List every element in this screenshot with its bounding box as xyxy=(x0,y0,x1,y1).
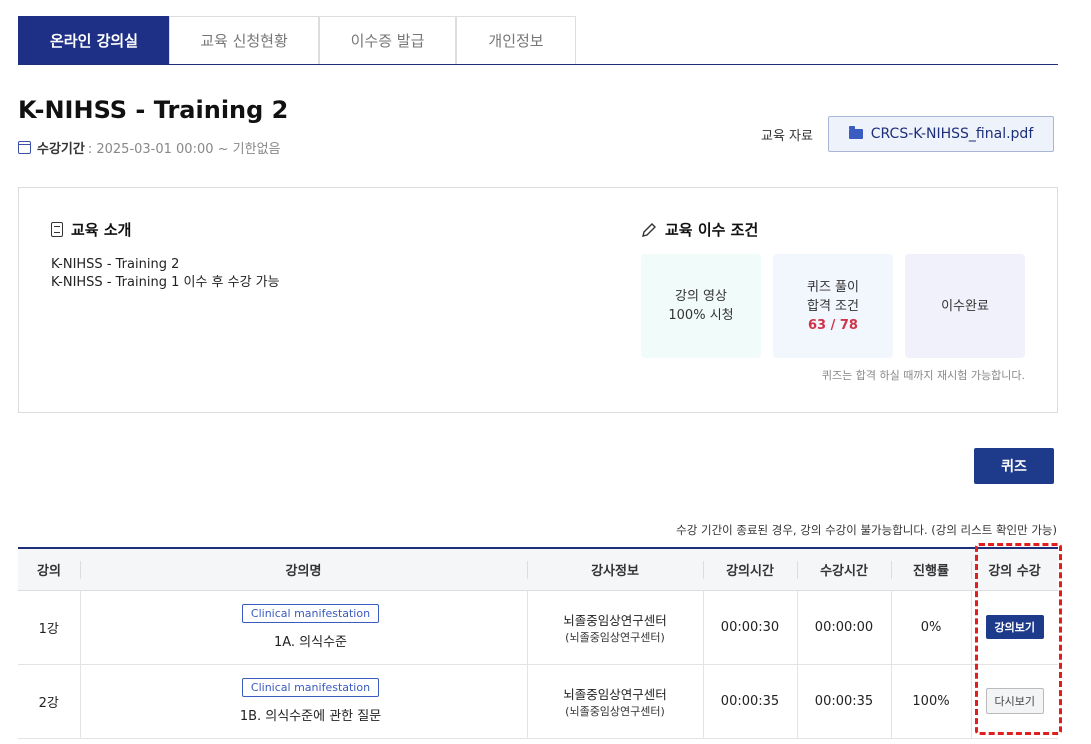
quiz-score: 63 / 78 xyxy=(808,317,858,333)
intro-line: K-NIHSS - Training 2 xyxy=(51,257,180,272)
col-header-instructor: 강사정보 xyxy=(527,548,703,591)
condition-quiz-line2: 합격 조건 xyxy=(807,298,859,314)
col-header-duration: 강의시간 xyxy=(703,548,797,591)
watch-lecture-button[interactable]: 강의보기 xyxy=(985,615,1044,639)
intro-line: K-NIHSS - Training 1 이수 후 수강 가능 xyxy=(51,275,280,290)
materials-download-button[interactable]: CRCS-K-NIHSS_final.pdf xyxy=(828,116,1054,152)
action-cell: 다시보기 xyxy=(970,664,1058,739)
conditions-title-text: 교육 이수 조건 xyxy=(665,221,759,239)
condition-quiz: 퀴즈 풀이 합격 조건 63 / 78 xyxy=(773,254,893,358)
lecture-no: 1강 xyxy=(18,590,80,665)
tab-certificate[interactable]: 이수증 발급 xyxy=(319,16,456,64)
period-label: 수강기간 xyxy=(37,142,85,157)
conditions-note: 퀴즈는 합격 하실 때까지 재시험 가능합니다. xyxy=(821,369,1025,382)
tab-online-classroom[interactable]: 온라인 강의실 xyxy=(18,16,170,64)
lecture-title: 1B. 의식수준에 관한 질문 xyxy=(239,709,382,724)
course-info-box: 교육 소개 K-NIHSS - Training 2 K-NIHSS - Tra… xyxy=(18,187,1058,413)
table-header-row: 강의 강의명 강사정보 강의시간 수강시간 진행률 강의 수강 xyxy=(18,548,1058,591)
instructor-cell: 뇌졸중임상연구센터 (뇌졸중임상연구센터) xyxy=(526,664,703,739)
period-value: : 2025-03-01 00:00 ~ 기한없음 xyxy=(87,142,281,157)
instructor-org: (뇌졸중임상연구센터) xyxy=(565,630,665,644)
document-icon xyxy=(51,222,63,237)
course-period: 수강기간 : 2025-03-01 00:00 ~ 기한없음 xyxy=(18,138,281,157)
condition-quiz-line1: 퀴즈 풀이 xyxy=(807,279,859,295)
col-header-watched: 수강시간 xyxy=(797,548,891,591)
course-title: K-NIHSS - Training 2 xyxy=(18,96,289,124)
intro-title: 교육 소개 xyxy=(51,219,131,240)
instructor-name: 뇌졸중임상연구센터 xyxy=(563,686,667,702)
condition-video-line1: 강의 영상 xyxy=(675,289,727,304)
condition-complete-text: 이수완료 xyxy=(941,298,989,314)
quiz-button[interactable]: 퀴즈 xyxy=(974,448,1054,484)
condition-complete: 이수완료 xyxy=(905,254,1025,358)
lecture-table: 강의 강의명 강사정보 강의시간 수강시간 진행률 강의 수강 1강 Clini… xyxy=(18,547,1058,739)
period-notice: 수강 기간이 종료된 경우, 강의 수강이 불가능합니다. (강의 리스트 확인… xyxy=(676,523,1057,537)
instructor-name: 뇌졸중임상연구센터 xyxy=(563,612,667,628)
lecture-no: 2강 xyxy=(18,664,80,739)
condition-video: 강의 영상 100% 시청 xyxy=(641,254,761,358)
instructor-cell: 뇌졸중임상연구센터 (뇌졸중임상연구센터) xyxy=(526,590,703,665)
col-header-progress: 진행률 xyxy=(891,548,971,591)
tab-personal-info[interactable]: 개인정보 xyxy=(456,16,576,64)
main-tabs: 온라인 강의실 교육 신청현황 이수증 발급 개인정보 xyxy=(18,16,1058,65)
lecture-duration: 00:00:35 xyxy=(702,664,797,739)
materials-label: 교육 자료 xyxy=(761,129,813,144)
rewatch-lecture-button[interactable]: 다시보기 xyxy=(985,688,1044,714)
lecture-duration: 00:00:30 xyxy=(702,590,797,665)
condition-video-line2: 100% 시청 xyxy=(668,308,734,323)
col-header-title: 강의명 xyxy=(80,548,527,591)
col-header-action: 강의 수강 xyxy=(971,548,1058,591)
lecture-title-cell: Clinical manifestation 1B. 의식수준에 관한 질문 xyxy=(79,664,527,739)
watched-time: 00:00:35 xyxy=(796,664,891,739)
intro-title-text: 교육 소개 xyxy=(71,221,132,239)
folder-icon xyxy=(848,126,863,139)
category-tag: Clinical manifestation xyxy=(241,678,380,697)
intro-text: K-NIHSS - Training 2 K-NIHSS - Training … xyxy=(51,256,280,292)
lecture-title: 1A. 의식수준 xyxy=(273,635,348,650)
watched-time: 00:00:00 xyxy=(796,590,891,665)
table-row: 1강 Clinical manifestation 1A. 의식수준 뇌졸중임상… xyxy=(18,590,1058,665)
category-tag: Clinical manifestation xyxy=(241,604,380,623)
materials-file-name: CRCS-K-NIHSS_final.pdf xyxy=(870,126,1034,142)
progress: 0% xyxy=(890,590,971,665)
action-cell: 강의보기 xyxy=(970,590,1058,665)
conditions-title: 교육 이수 조건 xyxy=(641,219,758,240)
col-header-no: 강의 xyxy=(18,548,80,591)
instructor-org: (뇌졸중임상연구센터) xyxy=(565,704,665,718)
calendar-icon xyxy=(18,141,31,154)
tab-application-status[interactable]: 교육 신청현황 xyxy=(169,16,319,64)
progress: 100% xyxy=(890,664,971,739)
pencil-icon xyxy=(642,222,656,237)
lecture-title-cell: Clinical manifestation 1A. 의식수준 xyxy=(79,590,527,665)
table-row: 2강 Clinical manifestation 1B. 의식수준에 관한 질… xyxy=(18,664,1058,739)
